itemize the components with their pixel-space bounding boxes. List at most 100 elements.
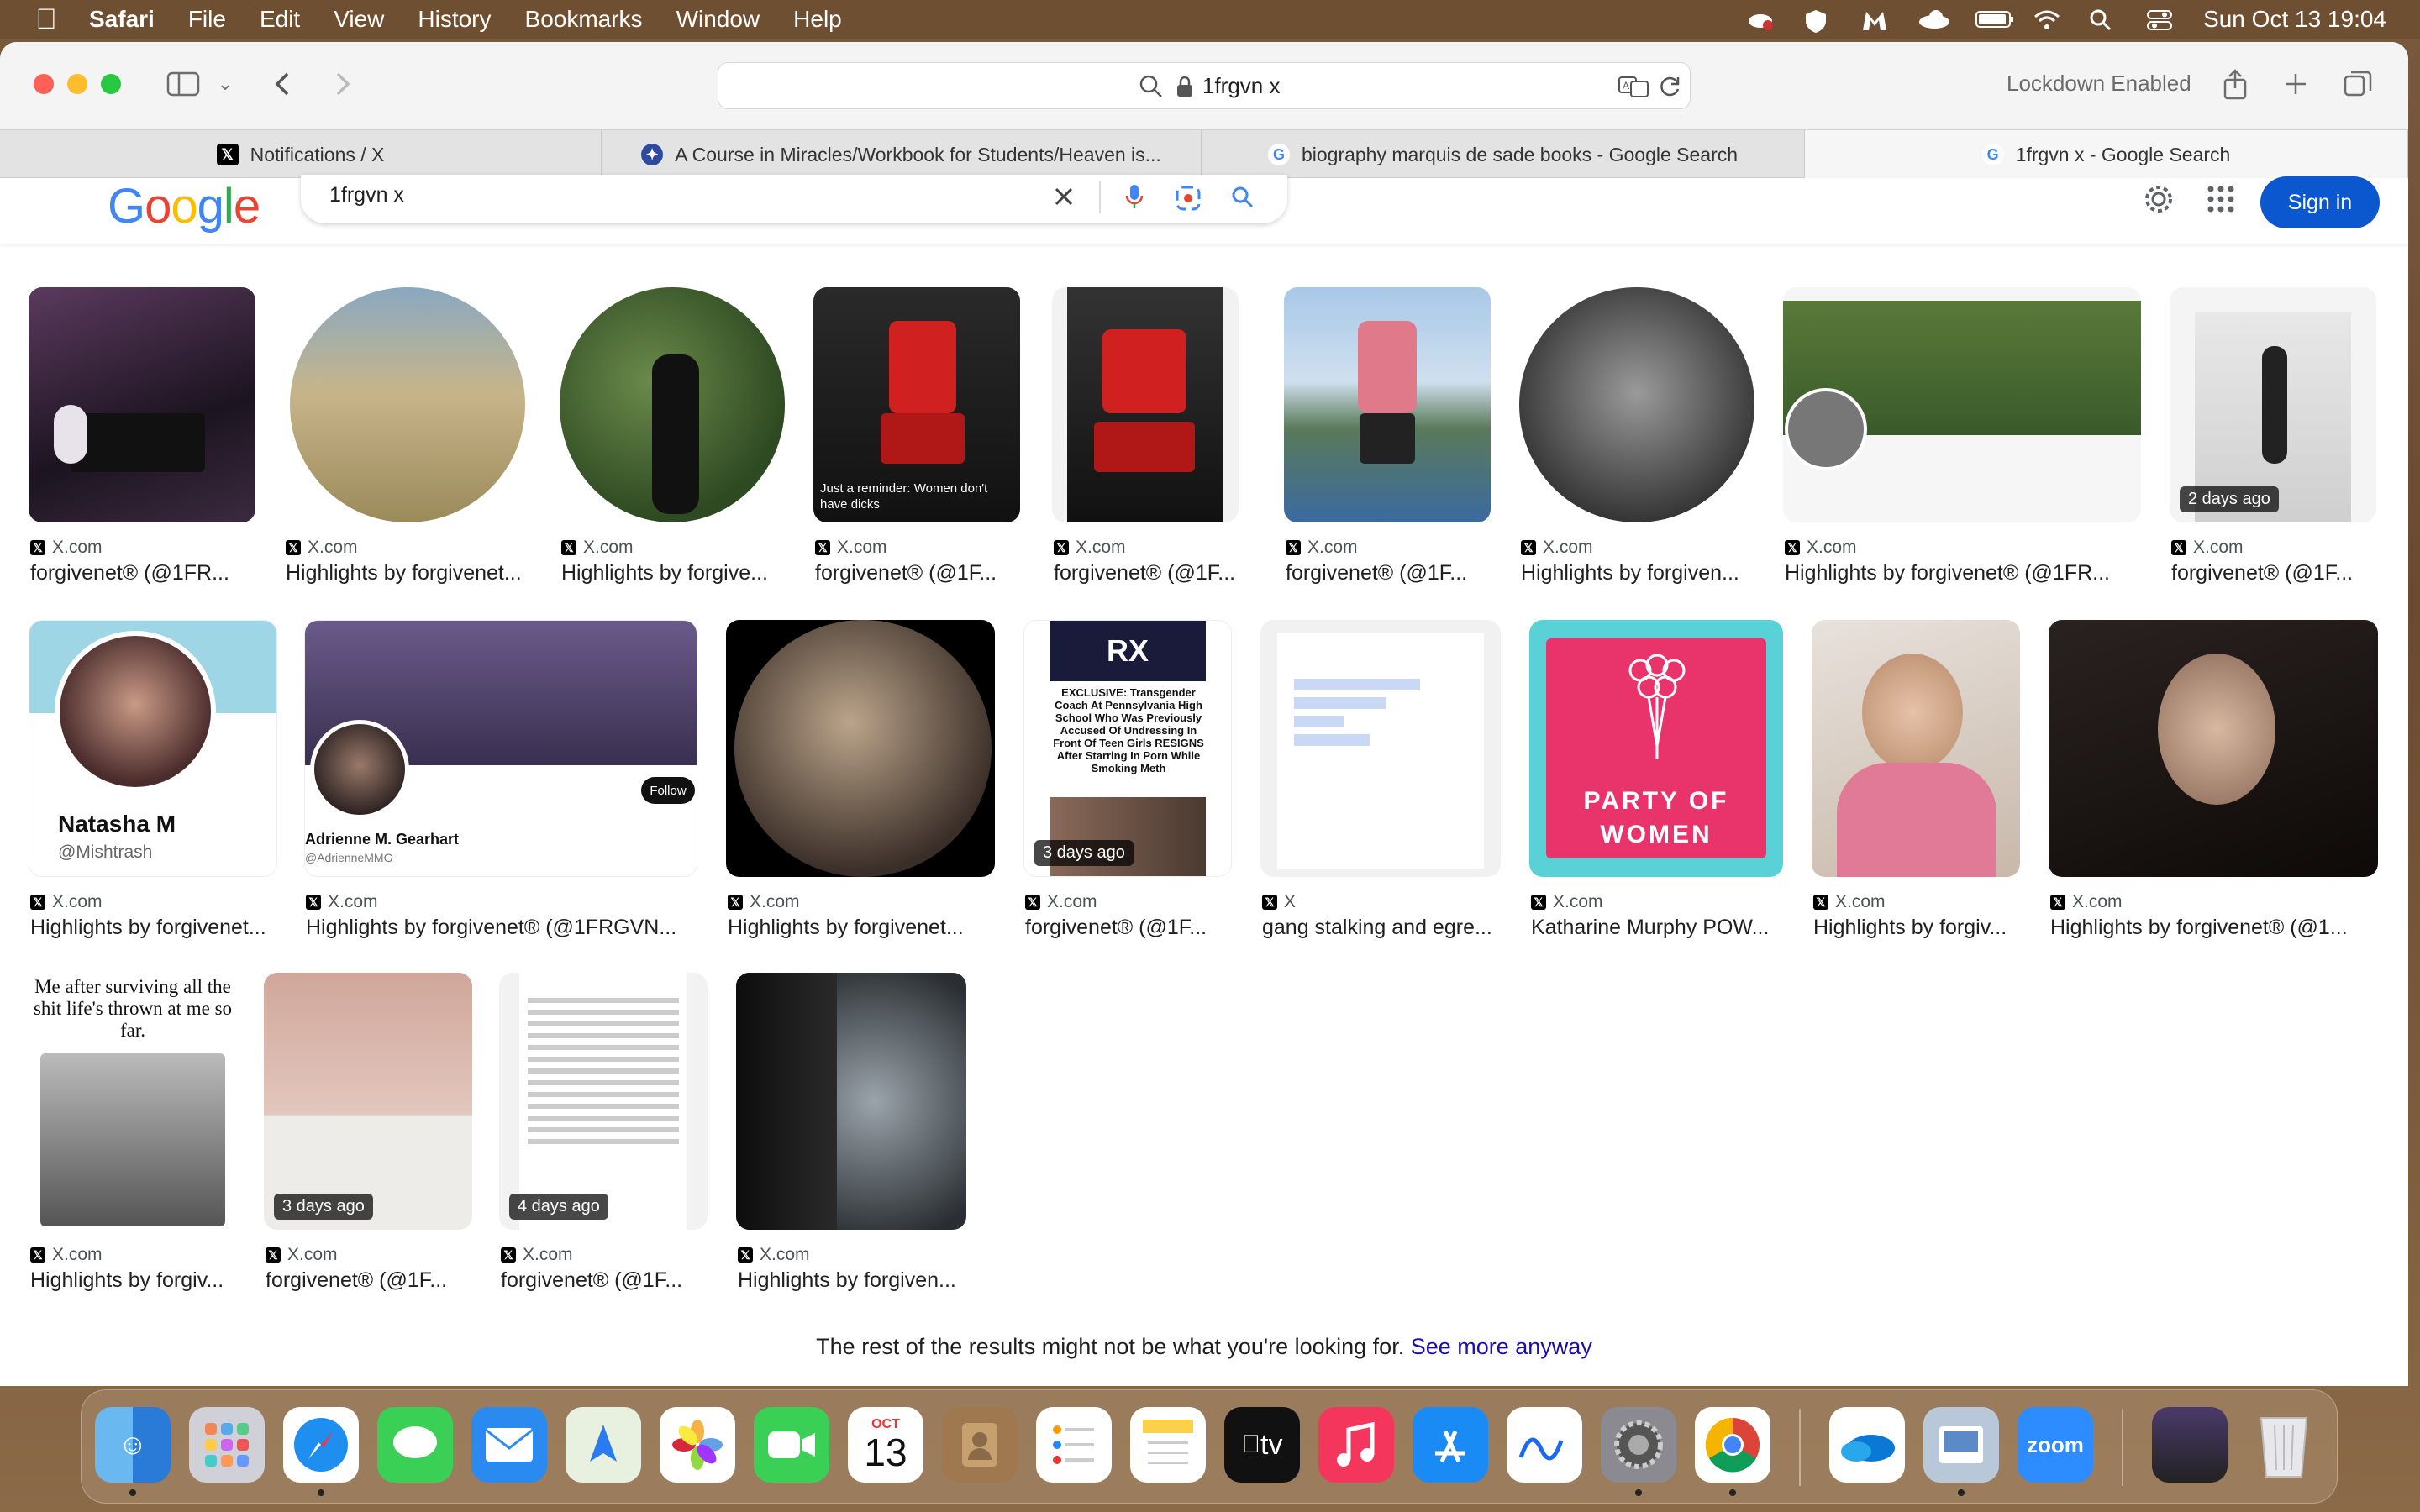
result-title[interactable]: forgivenet® (@1F... [815, 561, 1022, 585]
new-tab-icon[interactable] [2279, 66, 2312, 102]
result-source[interactable]: 𝕏 X.com [1785, 538, 1857, 558]
result-image[interactable]: Me after surviving all the shit life's t… [29, 973, 237, 1230]
launchpad-icon[interactable] [189, 1407, 265, 1483]
battery-icon[interactable] [1975, 8, 2014, 30]
menu-history[interactable]: History [418, 6, 491, 33]
result-image[interactable]: 4 days ago [499, 973, 708, 1230]
menu-help[interactable]: Help [793, 6, 842, 33]
wifi-icon[interactable] [2032, 8, 2060, 30]
apple-menu-icon[interactable]:  [34, 3, 59, 36]
result-image[interactable] [1519, 287, 1754, 522]
zoom-icon[interactable]: zoom [2018, 1407, 2093, 1483]
result-title[interactable]: Highlights by forgiv... [30, 1268, 239, 1293]
result-title[interactable]: forgivenet® (@1F... [501, 1268, 709, 1293]
trash-icon[interactable] [2246, 1407, 2322, 1483]
result-image[interactable]: RX EXCLUSIVE: Transgender Coach At Penns… [1023, 620, 1232, 877]
menu-clock[interactable]: Sun Oct 13 19:04 [2203, 6, 2386, 33]
apple-tv-icon[interactable]: tv [1224, 1407, 1300, 1483]
result-title[interactable]: forgivenet® (@1F... [1054, 561, 1240, 585]
tab-marquis-de-sade-search[interactable]: G biography marquis de sade books - Goog… [1202, 130, 1805, 179]
result-title[interactable]: forgivenet® (@1F... [266, 1268, 474, 1293]
result-source[interactable]: 𝕏 X.com [1521, 538, 1593, 558]
address-bar[interactable]: 1frgvn x A [718, 62, 1691, 109]
notes-icon[interactable] [1130, 1407, 1206, 1483]
result-title[interactable]: forgivenet® (@1F... [1286, 561, 1492, 585]
reload-icon[interactable] [1658, 74, 1683, 103]
menu-view[interactable]: View [334, 6, 384, 33]
sidebar-toggle-icon[interactable] [163, 66, 203, 102]
result-image[interactable] [726, 620, 995, 877]
menu-bookmarks[interactable]: Bookmarks [525, 6, 643, 33]
result-title[interactable]: forgivenet® (@1F... [1025, 916, 1234, 940]
sign-in-button[interactable]: Sign in [2260, 176, 2380, 228]
result-source[interactable]: 𝕏 X.com [1025, 892, 1097, 912]
search-icon[interactable] [1230, 185, 1255, 214]
app-store-icon[interactable] [1413, 1407, 1488, 1483]
result-image[interactable]: PARTY OF WOMEN [1529, 620, 1783, 877]
window-zoom-button[interactable] [101, 74, 121, 94]
result-title[interactable]: Highlights by forgivenet® (@1FRGVN... [306, 916, 699, 940]
clear-icon[interactable] [1052, 185, 1076, 213]
freeform-icon[interactable] [1507, 1407, 1582, 1483]
facetime-icon[interactable] [754, 1407, 829, 1483]
photos-icon[interactable] [660, 1407, 735, 1483]
lens-search-icon[interactable] [1175, 185, 1202, 216]
result-image[interactable] [1783, 287, 2141, 522]
result-image[interactable] [736, 973, 966, 1230]
result-title[interactable]: Katharine Murphy POW... [1531, 916, 1785, 940]
result-image[interactable]: Natasha M @Mishtrash [29, 620, 277, 877]
result-image[interactable]: Follow Adrienne M. Gearhart @AdrienneMMG [304, 620, 697, 877]
control-center-icon[interactable] [2146, 8, 2175, 30]
result-image[interactable] [284, 287, 531, 522]
calendar-icon[interactable]: OCT 13 [848, 1407, 923, 1483]
result-title[interactable]: Highlights by forgivenet... [30, 916, 279, 940]
settings-gear-icon[interactable] [2141, 181, 2176, 221]
finder-icon[interactable]: ☺ [95, 1407, 171, 1483]
result-title[interactable]: Highlights by forgiven... [1521, 561, 1756, 585]
tab-1frgvn-search[interactable]: G 1frgvn x - Google Search [1805, 130, 2408, 179]
window-close-button[interactable] [34, 74, 54, 94]
music-icon[interactable] [1318, 1407, 1394, 1483]
translate-icon[interactable]: A [1618, 75, 1651, 102]
result-title[interactable]: Highlights by forgivenet... [286, 561, 533, 585]
maps-icon[interactable] [566, 1407, 641, 1483]
result-source[interactable]: 𝕏 X.com [286, 538, 358, 558]
menu-file[interactable]: File [188, 6, 226, 33]
result-source[interactable]: 𝕏 X.com [728, 892, 800, 912]
result-image[interactable] [1260, 620, 1501, 877]
result-source[interactable]: 𝕏 X.com [501, 1245, 573, 1265]
result-image[interactable]: 3 days ago [264, 973, 472, 1230]
result-source[interactable]: 𝕏 X.com [30, 892, 103, 912]
result-title[interactable]: gang stalking and egre... [1262, 916, 1502, 940]
menu-edit[interactable]: Edit [260, 6, 300, 33]
menu-app-name[interactable]: Safari [89, 6, 155, 33]
result-image[interactable] [1284, 287, 1491, 522]
result-source[interactable]: 𝕏 X.com [561, 538, 634, 558]
result-image[interactable]: 2 days ago [2170, 287, 2376, 522]
google-apps-icon[interactable] [2207, 185, 2235, 218]
result-image[interactable] [2049, 620, 2378, 877]
result-title[interactable]: Highlights by forgivenet® (@1FR... [1785, 561, 2143, 585]
tab-notifications-x[interactable]: 𝕏 Notifications / X [0, 130, 602, 179]
safari-icon[interactable] [283, 1407, 359, 1483]
result-source[interactable]: 𝕏 X.com [1813, 892, 1886, 912]
reminders-icon[interactable] [1036, 1407, 1112, 1483]
result-source[interactable]: 𝕏 X.com [266, 1245, 338, 1265]
result-source[interactable]: 𝕏 X.com [738, 1245, 810, 1265]
result-source[interactable]: 𝕏 X.com [30, 1245, 103, 1265]
chrome-icon[interactable] [1695, 1407, 1770, 1483]
back-button[interactable] [267, 66, 297, 102]
result-source[interactable]: 𝕏 X.com [1531, 892, 1603, 912]
contacts-icon[interactable] [942, 1407, 1018, 1483]
lockdown-mode-label[interactable]: Lockdown Enabled [2007, 71, 2191, 97]
result-image[interactable] [1052, 287, 1239, 522]
result-title[interactable]: forgivenet® (@1FR... [30, 561, 257, 585]
result-source[interactable]: 𝕏 X.com [1286, 538, 1358, 558]
recent-document-icon[interactable] [2152, 1407, 2228, 1483]
window-minimize-button[interactable] [67, 74, 87, 94]
google-search-box[interactable]: 1frgvn x [301, 175, 1287, 223]
result-title[interactable]: Highlights by forgiv... [1813, 916, 2022, 940]
shield-icon[interactable] [1803, 8, 1832, 33]
result-image[interactable]: Just a reminder: Women don't have dicks [813, 287, 1020, 522]
result-image[interactable] [560, 287, 785, 522]
